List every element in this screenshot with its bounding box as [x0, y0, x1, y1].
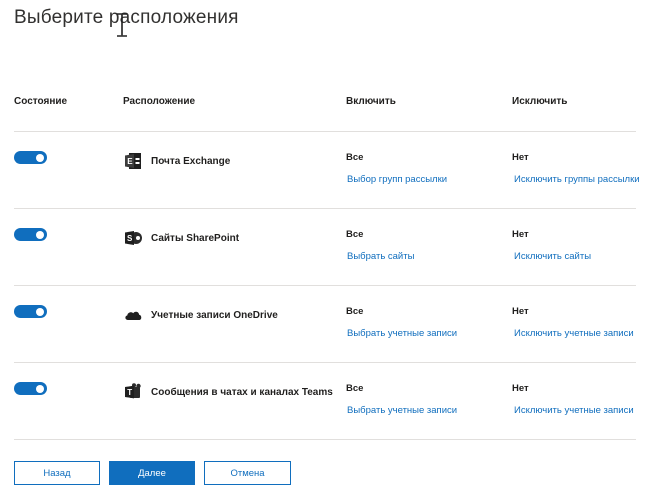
exclude-link-sharepoint[interactable]: Исключить сайты — [514, 251, 591, 262]
next-button[interactable]: Далее — [109, 461, 195, 485]
svg-text:T: T — [127, 388, 132, 397]
include-value: Все — [346, 152, 364, 163]
include-value: Все — [346, 229, 364, 240]
header-include: Включить — [346, 96, 396, 107]
table-row: S Сайты SharePoint Все Выбрать сайты Нет… — [0, 208, 650, 285]
table-row: T Сообщения в чатах и каналах Teams Все … — [0, 362, 650, 439]
exclude-link-exchange[interactable]: Исключить группы рассылки — [514, 174, 640, 185]
header-location: Расположение — [123, 96, 196, 107]
location-label: Сообщения в чатах и каналах Teams — [151, 386, 333, 398]
location-label: Сайты SharePoint — [151, 232, 240, 244]
svg-text:E: E — [127, 157, 133, 166]
wizard-page: Выберите расположения Состояние Располож… — [0, 0, 650, 498]
location-exchange: E Почта Exchange — [123, 151, 230, 171]
toggle-knob — [36, 307, 44, 316]
status-toggle-sharepoint[interactable] — [14, 228, 47, 241]
exclude-value: Нет — [512, 306, 529, 317]
include-value: Все — [346, 306, 364, 317]
table-row: E Почта Exchange Все Выбор групп рассылк… — [0, 131, 650, 208]
location-onedrive: Учетные записи OneDrive — [123, 305, 278, 325]
exclude-value: Нет — [512, 152, 529, 163]
exclude-value: Нет — [512, 383, 529, 394]
cancel-button[interactable]: Отмена — [204, 461, 291, 485]
status-toggle-teams[interactable] — [14, 382, 47, 395]
table-row: Учетные записи OneDrive Все Выбрать учет… — [0, 285, 650, 362]
exclude-value: Нет — [512, 229, 529, 240]
include-link-teams[interactable]: Выбрать учетные записи — [347, 405, 457, 416]
teams-icon: T — [125, 383, 141, 399]
toggle-knob — [36, 384, 44, 393]
divider — [14, 439, 636, 440]
exchange-icon: E — [125, 153, 141, 169]
toggle-knob — [36, 153, 44, 162]
include-link-onedrive[interactable]: Выбрать учетные записи — [347, 328, 457, 339]
back-button[interactable]: Назад — [14, 461, 100, 485]
include-value: Все — [346, 383, 364, 394]
include-link-exchange[interactable]: Выбор групп рассылки — [347, 174, 447, 185]
status-toggle-exchange[interactable] — [14, 151, 47, 164]
status-toggle-onedrive[interactable] — [14, 305, 47, 318]
toggle-knob — [36, 230, 44, 239]
text-cursor-icon — [117, 13, 127, 37]
location-label: Учетные записи OneDrive — [151, 309, 278, 321]
location-label: Почта Exchange — [151, 155, 231, 167]
location-teams: T Сообщения в чатах и каналах Teams — [123, 382, 333, 402]
onedrive-icon — [125, 311, 142, 320]
header-status: Состояние — [14, 96, 68, 107]
svg-text:S: S — [127, 234, 133, 243]
header-exclude: Исключить — [512, 96, 568, 107]
location-sharepoint: S Сайты SharePoint — [123, 228, 239, 248]
exclude-link-onedrive[interactable]: Исключить учетные записи — [514, 328, 634, 339]
sharepoint-icon: S — [125, 231, 142, 245]
include-link-sharepoint[interactable]: Выбрать сайты — [347, 251, 414, 262]
exclude-link-teams[interactable]: Исключить учетные записи — [514, 405, 634, 416]
